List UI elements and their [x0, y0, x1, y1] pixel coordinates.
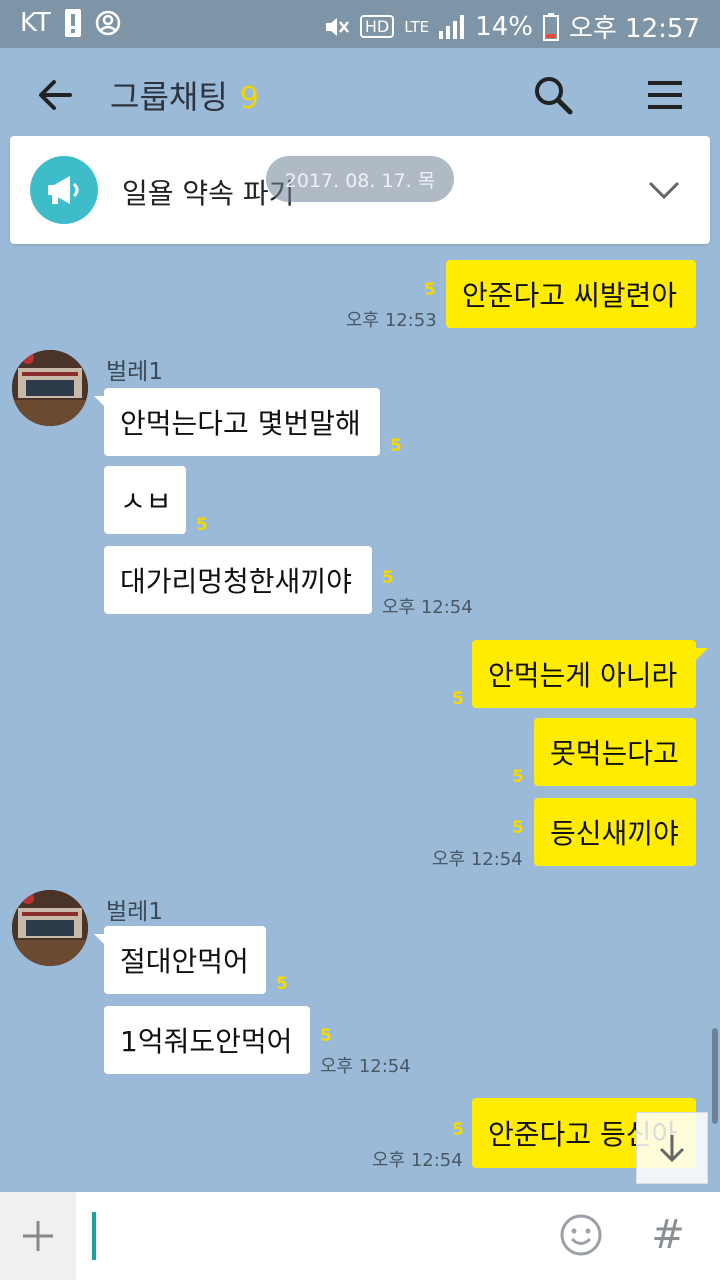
megaphone-icon — [30, 156, 98, 224]
attach-button[interactable] — [0, 1192, 76, 1280]
member-count: 9 — [239, 81, 259, 116]
incoming-message[interactable]: ㅅㅂ — [104, 466, 186, 534]
outgoing-message[interactable]: 안준다고 씨발련아 — [446, 260, 696, 328]
unread-count: 5 — [276, 974, 288, 994]
input-bar: # — [0, 1192, 720, 1280]
unread-count: 5 — [382, 568, 394, 588]
battery-percent: 14% — [475, 11, 533, 42]
scroll-to-bottom-button[interactable] — [636, 1112, 708, 1184]
text-caret — [92, 1212, 96, 1260]
message-time: 오후 12:54 — [320, 1056, 411, 1077]
chat-title-text: 그룹채팅 — [110, 78, 228, 116]
message-time: 오후 12:54 — [382, 597, 473, 618]
outgoing-message[interactable]: 등신새끼야 — [534, 798, 696, 866]
unread-count: 5 — [452, 689, 464, 709]
unread-count: 5 — [196, 515, 208, 535]
signal-icon — [439, 14, 465, 39]
message-time: 오후 12:53 — [346, 310, 437, 331]
search-icon — [535, 77, 573, 115]
scrollbar-thumb[interactable] — [712, 1028, 718, 1124]
bubble-tail — [696, 648, 708, 660]
mute-icon — [322, 14, 350, 40]
incoming-message[interactable]: 안먹는다고 몇번말해 — [104, 388, 380, 456]
avatar[interactable] — [12, 350, 88, 426]
incoming-message[interactable]: 1억줘도안먹어 — [104, 1006, 310, 1074]
carrier-label: KT — [20, 8, 51, 38]
message-time: 오후 12:54 — [432, 849, 523, 870]
unread-count: 5 — [390, 436, 402, 456]
hamburger-menu-icon — [648, 81, 682, 109]
incoming-message[interactable]: 절대안먹어 — [104, 926, 266, 994]
sender-name: 벌레1 — [106, 899, 163, 925]
incoming-message[interactable]: 대가리멍청한새끼야 — [104, 546, 372, 614]
account-icon — [95, 10, 121, 36]
back-button[interactable] — [30, 70, 80, 120]
chevron-down-icon[interactable] — [646, 172, 682, 208]
search-button[interactable] — [528, 70, 578, 120]
alert-icon — [64, 9, 81, 37]
unread-count: 5 — [424, 280, 436, 300]
chat-title: 그룹채팅 9 — [110, 72, 259, 118]
emoji-button[interactable] — [558, 1212, 604, 1258]
unread-count: 5 — [320, 1026, 332, 1046]
message-input[interactable] — [100, 1208, 540, 1264]
app-bar: 그룹채팅 9 — [0, 48, 720, 140]
message-time: 오후 12:54 — [372, 1150, 463, 1171]
network-label: LTE — [404, 17, 430, 36]
arrow-left-icon — [39, 80, 72, 110]
unread-count: 5 — [452, 1120, 464, 1140]
battery-icon — [542, 12, 559, 41]
smiley-icon — [560, 1214, 602, 1256]
hd-badge: HD — [359, 15, 395, 38]
outgoing-message[interactable]: 안먹는게 아니라 — [472, 640, 696, 708]
sender-name: 벌레1 — [106, 359, 163, 385]
avatar[interactable] — [12, 890, 88, 966]
clock: 오후 12:57 — [568, 14, 700, 44]
arrow-down-icon — [659, 1135, 685, 1163]
unread-count: 5 — [512, 767, 524, 787]
date-divider: 2017. 08. 17. 목 — [266, 156, 454, 202]
status-bar: KT HD LTE 14% 오후 12:57 — [0, 0, 720, 48]
menu-button[interactable] — [640, 70, 690, 120]
outgoing-message[interactable]: 못먹는다고 — [534, 718, 696, 786]
hashtag-button[interactable]: # — [648, 1208, 688, 1262]
plus-icon — [23, 1221, 53, 1251]
unread-count: 5 — [512, 818, 524, 838]
